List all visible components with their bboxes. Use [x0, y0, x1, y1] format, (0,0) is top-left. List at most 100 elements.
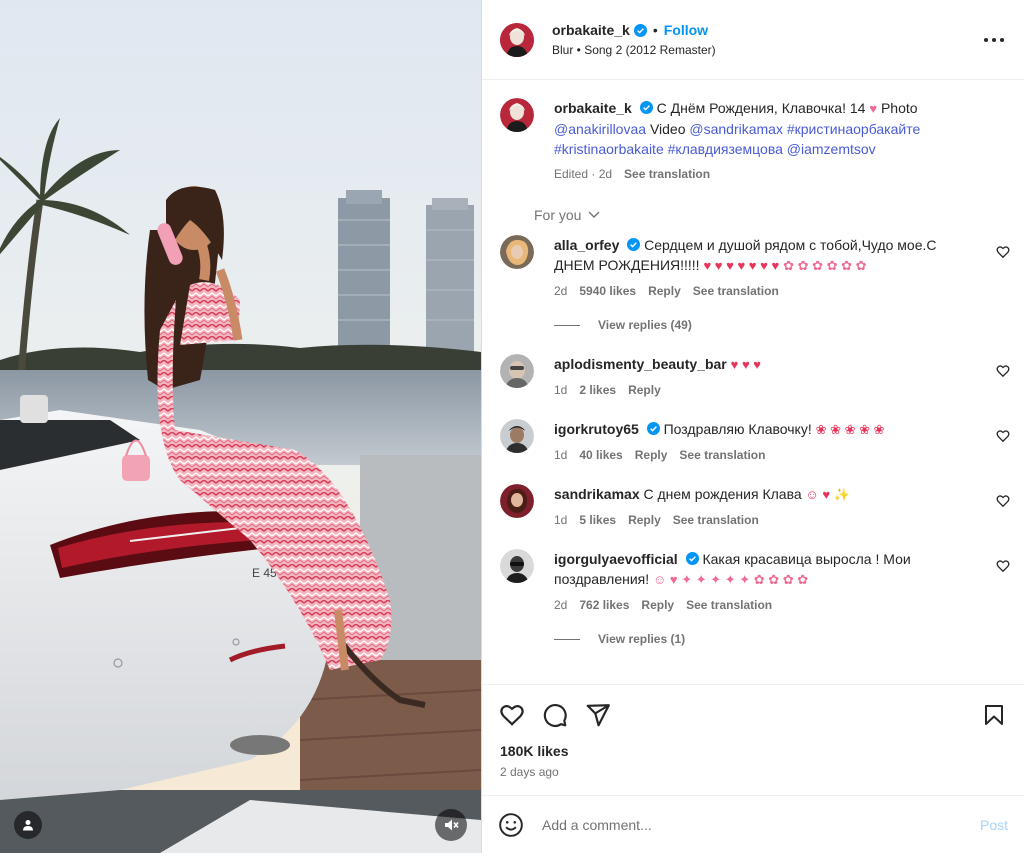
bookmark-icon — [985, 705, 1003, 725]
comment-item: sandrikamax С днем рождения Клава ☺ ♥ ✨ … — [500, 484, 1024, 527]
like-comment-heart-icon[interactable] — [996, 559, 1010, 573]
emoji-icon[interactable] — [498, 812, 524, 838]
reply-button[interactable]: Reply — [648, 284, 681, 298]
comment-age: 1d — [554, 448, 568, 462]
avatar-image — [500, 354, 534, 388]
see-translation-link[interactable]: See translation — [693, 284, 779, 298]
pink-heart-emoji: ♥ — [869, 101, 878, 116]
comment-sort-dropdown[interactable]: For you — [534, 207, 1024, 223]
commenter-username[interactable]: sandrikamax — [554, 486, 640, 502]
avatar-image — [500, 22, 534, 57]
reply-button[interactable]: Reply — [635, 448, 668, 462]
commenter-username[interactable]: igorgulyaevofficial — [554, 551, 678, 567]
post-actions: 180K likes 2 days ago — [482, 684, 1024, 795]
view-replies-label: View replies (49) — [598, 318, 692, 332]
comment-age: 1d — [554, 513, 568, 527]
comment-age: 2d — [554, 284, 568, 298]
comment-age: 1d — [554, 383, 568, 397]
post-comment-button[interactable]: Post — [980, 817, 1008, 833]
commenter-username[interactable]: aplodismenty_beauty_bar — [554, 356, 727, 372]
mention-link[interactable]: @iamzemtsov — [787, 141, 876, 157]
see-translation-link[interactable]: See translation — [673, 513, 759, 527]
comment-button[interactable] — [541, 701, 569, 729]
view-replies-button[interactable]: View replies (1) — [554, 632, 1024, 646]
more-options-button[interactable] — [982, 28, 1006, 52]
more-horizontal-icon — [984, 37, 1004, 42]
commenter-avatar[interactable] — [500, 354, 534, 388]
post-photo: E 450 — [0, 0, 481, 853]
comment-item: aplodismenty_beauty_bar ♥ ♥ ♥ 1d 2 likes… — [500, 354, 1024, 397]
dot-separator: • — [652, 22, 658, 38]
paper-plane-icon — [586, 704, 610, 727]
commenter-avatar[interactable] — [500, 235, 534, 269]
commenter-username[interactable]: alla_orfey — [554, 237, 619, 253]
audio-track-link[interactable]: Blur • Song 2 (2012 Remaster) — [552, 43, 982, 57]
like-comment-heart-icon[interactable] — [996, 245, 1010, 259]
user-icon — [23, 820, 33, 831]
replies-divider — [554, 324, 580, 326]
verified-badge-icon — [627, 238, 641, 251]
comment-likes-count[interactable]: 2 likes — [579, 383, 616, 397]
hashtag-link[interactable]: #kristinaorbakaite — [554, 141, 664, 157]
comment-text: С днем рождения Клава — [643, 486, 802, 502]
chevron-down-icon — [588, 211, 600, 218]
reply-button[interactable]: Reply — [641, 598, 674, 612]
commenter-avatar[interactable] — [500, 484, 534, 518]
author-username[interactable]: orbakaite_k — [552, 22, 630, 38]
follow-button[interactable]: Follow — [664, 22, 708, 38]
view-replies-button[interactable]: View replies (49) — [554, 318, 1024, 332]
rose-emojis: ❀ ❀ ❀ ❀ ❀ — [815, 422, 885, 437]
flower-emojis: ✿ ✿ ✿ ✿ ✿ ✿ — [783, 258, 867, 273]
comment-input[interactable] — [542, 816, 980, 833]
comment-sort-label: For you — [534, 207, 582, 223]
hashtag-link[interactable]: #клавдияземцова — [668, 141, 783, 157]
add-comment-bar: Post — [482, 795, 1024, 853]
verified-badge-icon — [633, 23, 647, 37]
reply-button[interactable]: Reply — [628, 513, 661, 527]
comment-bubble-icon — [543, 704, 567, 727]
commenter-username[interactable]: igorkrutoy65 — [554, 421, 639, 437]
author-avatar[interactable] — [500, 22, 534, 57]
tagged-users-button[interactable] — [14, 811, 42, 839]
see-translation-link[interactable]: See translation — [679, 448, 765, 462]
post-media[interactable]: E 450 — [0, 0, 481, 853]
post-details-panel: orbakaite_k • Follow Blur • Song 2 (2012… — [481, 0, 1024, 853]
like-comment-heart-icon[interactable] — [996, 364, 1010, 378]
like-button[interactable] — [498, 701, 526, 729]
comment-likes-count[interactable]: 762 likes — [579, 598, 629, 612]
commenter-avatar[interactable] — [500, 549, 534, 583]
commenter-avatar[interactable] — [500, 419, 534, 453]
red-heart-emojis: ♥ ♥ ♥ ♥ ♥ ♥ ♥ — [703, 258, 780, 273]
reply-button[interactable]: Reply — [628, 383, 661, 397]
comment-emojis: ☺ ♥ ✨ — [805, 487, 850, 502]
caption-author-avatar[interactable] — [500, 98, 534, 132]
save-button[interactable] — [980, 701, 1008, 729]
comment-item: igorgulyaevofficial Какая красавица выро… — [500, 549, 1024, 612]
see-translation-link[interactable]: See translation — [686, 598, 772, 612]
replies-divider — [554, 638, 580, 640]
caption-text: С Днём Рождения, Клавочка! 14 — [656, 100, 866, 116]
comment-likes-count[interactable]: 40 likes — [579, 448, 622, 462]
comment-item: igorkrutoy65 Поздравляю Клавочку! ❀ ❀ ❀ … — [500, 419, 1024, 462]
caption-text-video: Video — [649, 121, 686, 137]
post-caption: orbakaite_k С Днём Рождения, Клавочка! 1… — [500, 98, 1024, 181]
heart-icon — [500, 705, 524, 726]
share-button[interactable] — [584, 701, 612, 729]
comments-list[interactable]: orbakaite_k С Днём Рождения, Клавочка! 1… — [482, 80, 1024, 684]
hashtag-link[interactable]: #кристинаорбакайте — [787, 121, 920, 137]
caption-username[interactable]: orbakaite_k — [554, 100, 632, 116]
avatar-image — [500, 419, 534, 453]
mention-link[interactable]: @anakirillovaa — [554, 121, 646, 137]
comment-likes-count[interactable]: 5940 likes — [579, 284, 636, 298]
caption-text-photo: Photo — [880, 100, 918, 116]
like-comment-heart-icon[interactable] — [996, 429, 1010, 443]
see-translation-link[interactable]: See translation — [624, 167, 710, 181]
likes-count[interactable]: 180K likes — [498, 743, 1008, 759]
avatar-image — [500, 235, 534, 269]
comment-likes-count[interactable]: 5 likes — [579, 513, 616, 527]
mention-link[interactable]: @sandrikamax — [689, 121, 783, 137]
instagram-post-dialog: E 450 orbakaite_k • Follow Blur • Song 2… — [0, 0, 1024, 853]
post-header: orbakaite_k • Follow Blur • Song 2 (2012… — [482, 0, 1024, 80]
mute-audio-button[interactable] — [435, 809, 467, 841]
like-comment-heart-icon[interactable] — [996, 494, 1010, 508]
